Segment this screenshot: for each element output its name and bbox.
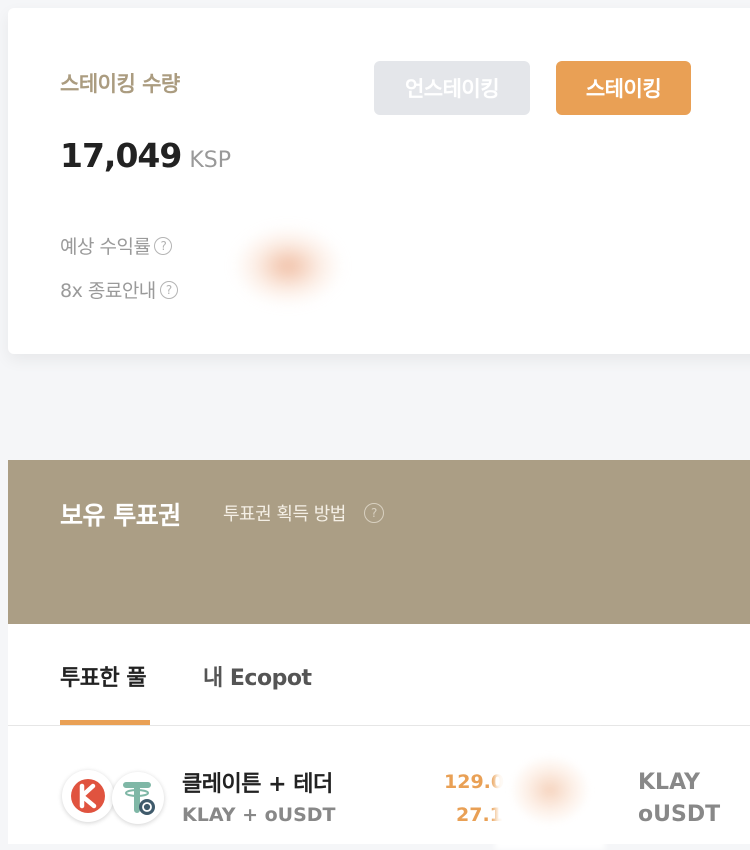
pool-pair: KLAY + oUSDT	[182, 804, 336, 826]
redacted-value	[495, 730, 605, 850]
pool-name: 클레이튼 + 테더	[182, 772, 333, 797]
expected-return-label: 예상 수익률	[60, 236, 151, 258]
pool-token-2: oUSDT	[638, 802, 721, 827]
help-icon[interactable]: ?	[363, 503, 384, 523]
expected-return-row: 예상 수익률 ?	[60, 232, 173, 259]
unstake-button[interactable]: 언스테이킹	[374, 61, 530, 115]
tab-my-ecopot[interactable]: 내 Ecopot	[203, 660, 312, 692]
pool-row[interactable]: 클레이튼 + 테더 KLAY + oUSDT 129.0 27.1 KLAY o…	[8, 730, 750, 850]
redacted-value	[220, 214, 460, 324]
stake-button[interactable]: 스테이킹	[556, 61, 691, 115]
end-notice-label: 8x 종료안내	[60, 280, 156, 302]
staking-amount-title: 스테이킹 수량	[60, 72, 180, 96]
staked-amount-value: 17,049	[60, 136, 182, 175]
voting-ticket-howto-label: 투표권 획득 방법	[223, 504, 346, 525]
usdt-logo-icon	[112, 772, 164, 824]
staking-card: 스테이킹 수량 언스테이킹 스테이킹 17,049 KSP 예상 수익률 ? 8…	[8, 8, 750, 354]
end-notice-row: 8x 종료안내 ?	[60, 276, 178, 303]
help-icon[interactable]: ?	[154, 236, 173, 255]
pool-tabs-panel: 투표한 풀 내 Ecopot 클레이튼 + 테더 KLAY + oUSDT 12…	[8, 624, 750, 850]
voting-tickets-title: 보유 투표권	[60, 501, 181, 530]
staked-amount-unit: KSP	[189, 148, 232, 173]
tab-divider	[8, 725, 750, 726]
pool-token-1: KLAY	[638, 770, 700, 795]
klay-logo-icon	[62, 770, 114, 822]
help-icon[interactable]: ?	[159, 280, 178, 299]
tab-voted-pools[interactable]: 투표한 풀	[60, 660, 147, 692]
voting-tickets-banner: 보유 투표권 투표권 획득 방법 ?	[8, 460, 750, 624]
voting-ticket-howto-link[interactable]: 투표권 획득 방법 ?	[223, 500, 384, 526]
staked-amount: 17,049 KSP	[60, 136, 231, 175]
